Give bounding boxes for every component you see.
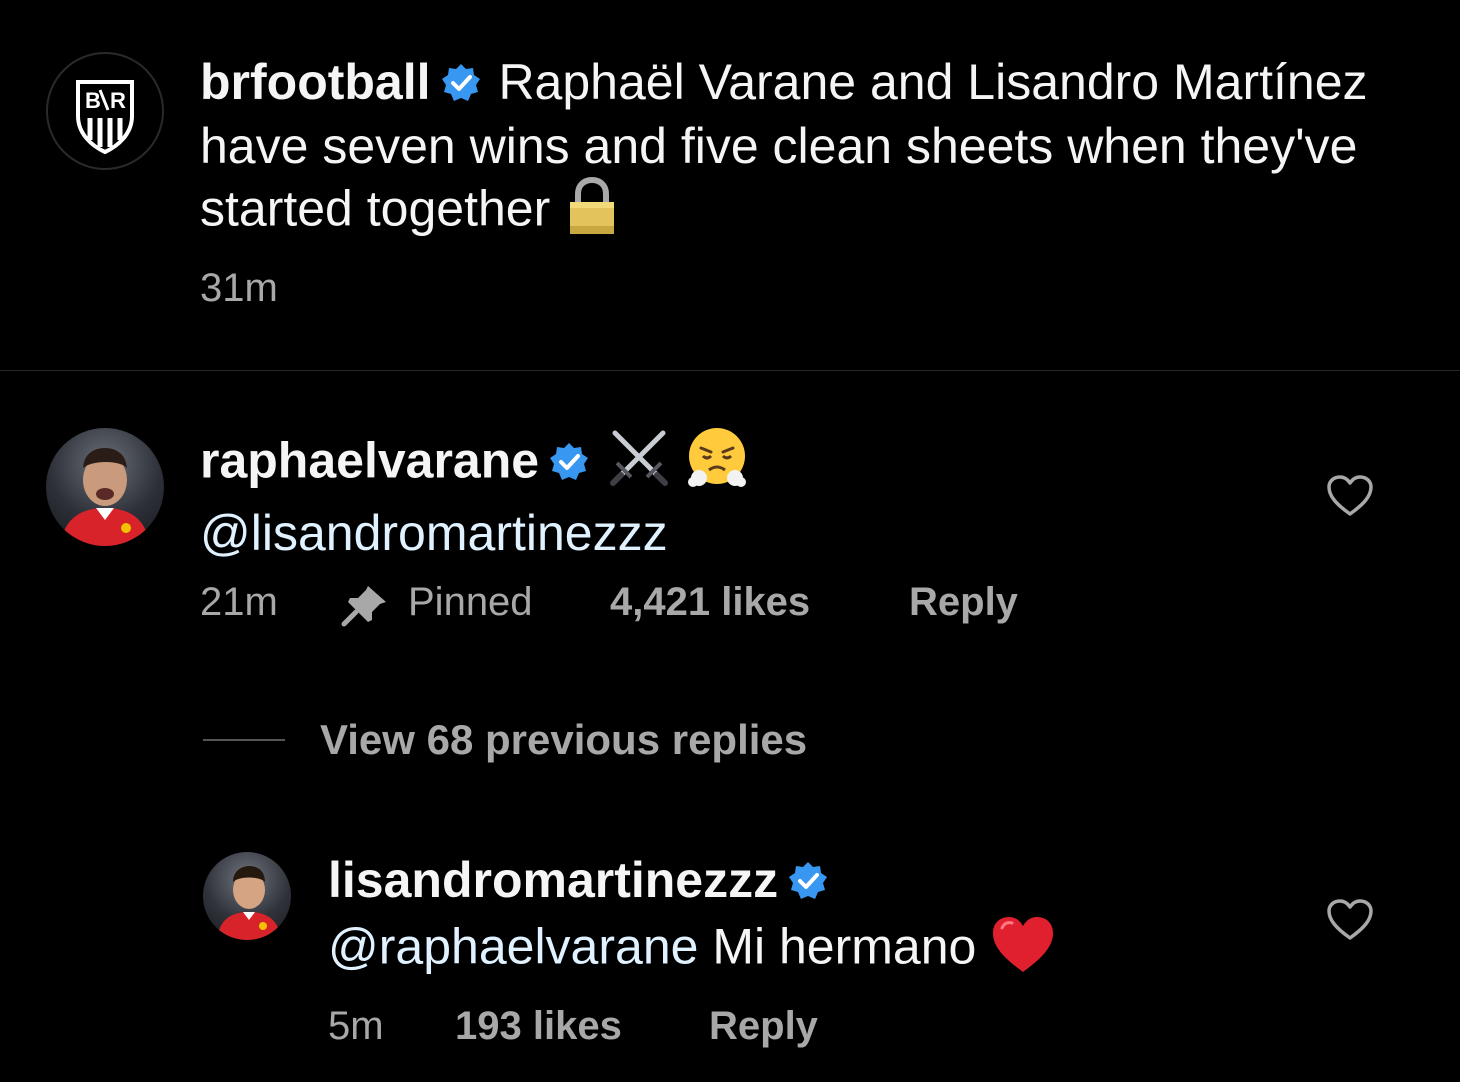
reply-timestamp: 5m [328,1004,384,1048]
reply-username[interactable]: lisandromartinezzz [328,852,778,908]
verified-badge-icon [549,435,589,495]
svg-text:R: R [110,88,126,113]
divider [0,370,1460,371]
verified-badge-icon [788,854,828,914]
red-heart-icon [990,914,1056,987]
replies-divider-line [203,739,285,741]
post-caption: brfootball Raphaël Varane and Lisandro M… [200,52,1380,249]
crossed-swords-icon [607,427,671,502]
bleacher-report-logo-icon: B R [76,80,134,155]
pin-icon [340,582,390,638]
like-heart-icon[interactable] [1326,898,1374,942]
post-username[interactable]: brfootball [200,54,431,110]
face-with-steam-icon [685,426,749,503]
view-previous-replies-button[interactable]: View 68 previous replies [320,716,807,764]
pinned-label: Pinned [408,580,533,624]
comment-timestamp: 21m [200,580,278,624]
like-heart-icon[interactable] [1326,474,1374,518]
comment-raphaelvarane: raphaelvarane @lisandromartinezzz [200,426,1280,563]
reply-text: Mi hermano [712,918,977,975]
profile-photo-icon [217,866,281,940]
svg-text:B: B [85,88,101,113]
mention-link[interactable]: @lisandromartinezzz [200,505,668,561]
post-timestamp: 31m [200,266,278,310]
profile-photo-icon [60,448,150,546]
reply-lisandromartinezzz: lisandromartinezzz @raphaelvarane Mi her… [328,850,1288,987]
avatar-brfootball[interactable]: B R [46,52,164,170]
avatar-raphaelvarane[interactable] [46,428,164,546]
mention-link[interactable]: @raphaelvarane [328,919,698,975]
lock-icon [564,176,620,249]
likes-count[interactable]: 193 likes [455,1004,622,1049]
verified-badge-icon [441,56,481,116]
reply-button[interactable]: Reply [909,580,1018,625]
likes-count[interactable]: 4,421 likes [610,580,810,625]
avatar-lisandromartinezzz[interactable] [203,852,291,940]
comment-username[interactable]: raphaelvarane [200,433,539,489]
reply-button[interactable]: Reply [709,1004,818,1049]
